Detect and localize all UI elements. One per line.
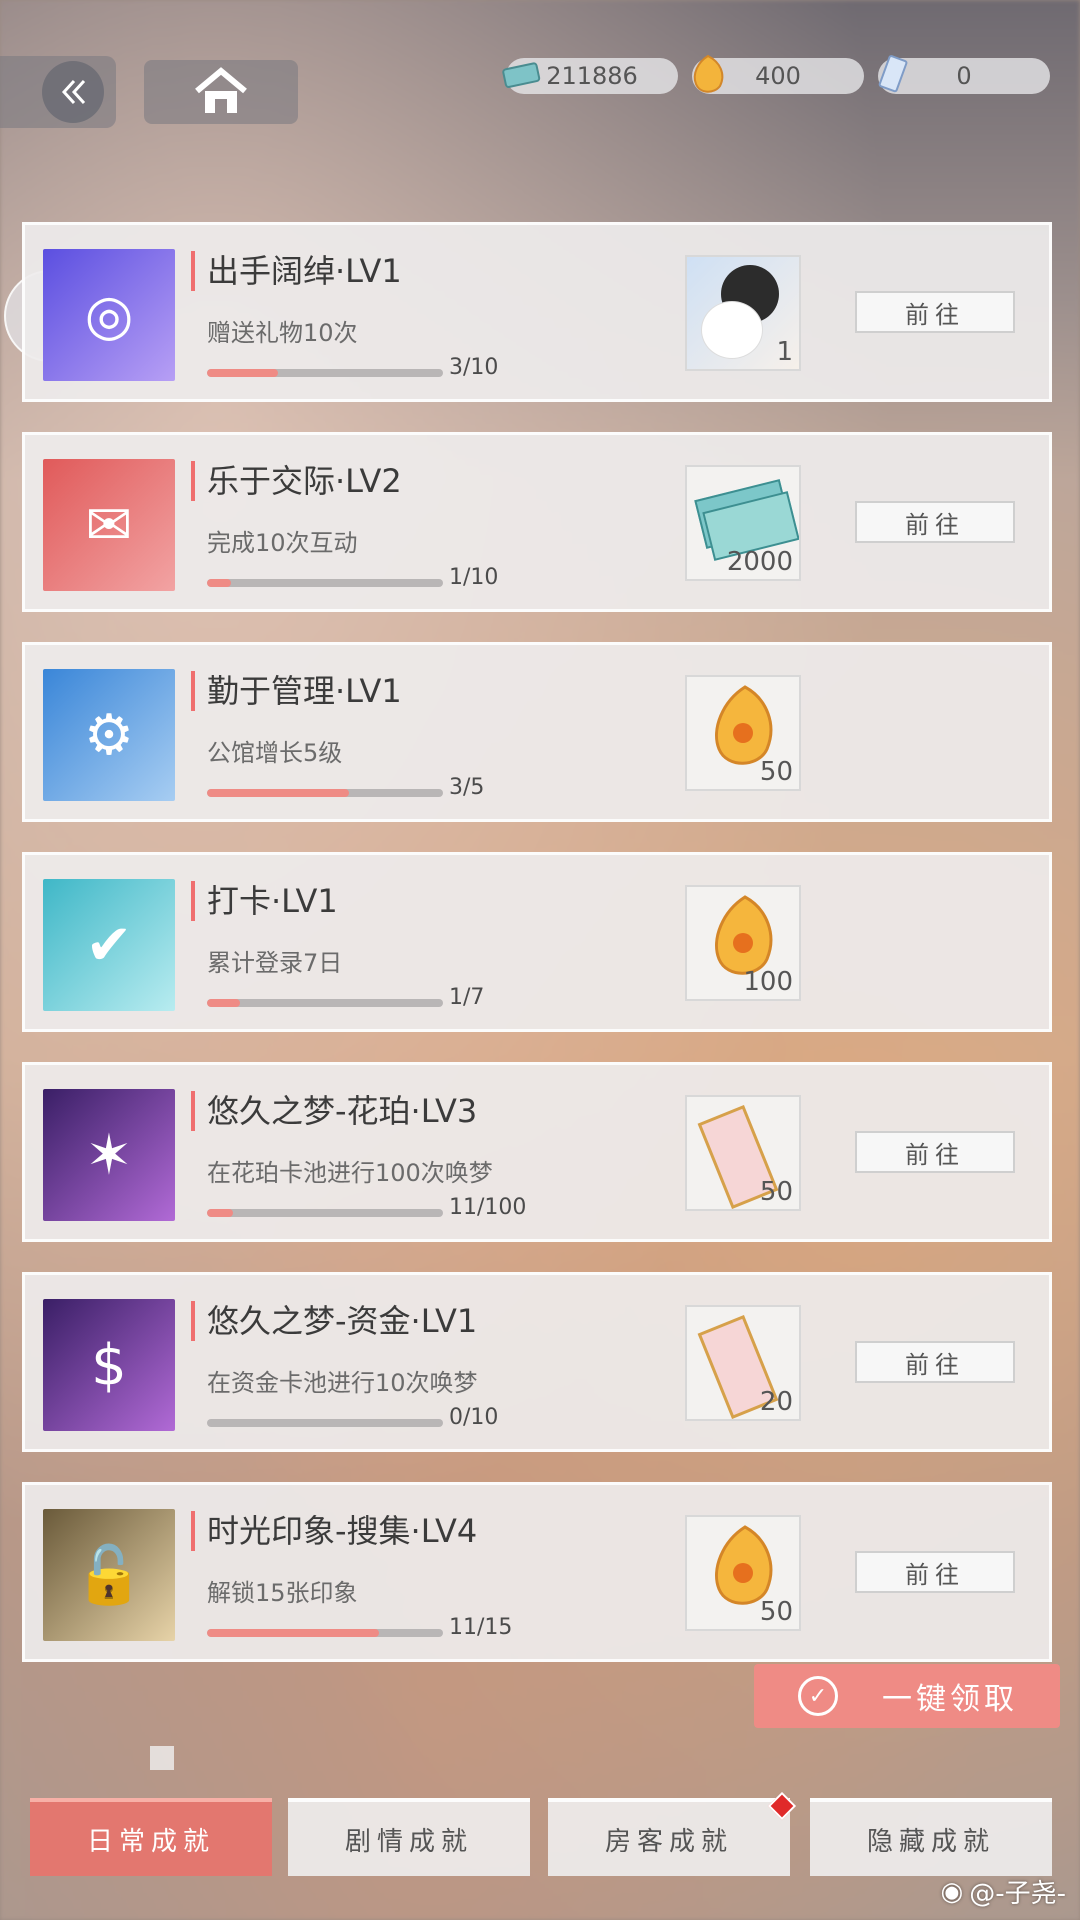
progress-fill (207, 1629, 380, 1637)
progress-count: 11/15 (449, 1615, 513, 1640)
claim-all-button[interactable]: ✓ 一键领取 (754, 1664, 1060, 1728)
achievement-card: ✔ 打卡·LV1 累计登录7日 1/7 100 (22, 852, 1052, 1032)
go-button[interactable]: 前往 (855, 1341, 1015, 1383)
achievement-desc: 赠送礼物10次 (207, 319, 358, 347)
star-crest-icon: ✶ (43, 1089, 175, 1221)
achievement-card: ✉ 乐于交际·LV2 完成10次互动 1/10 2000 前往 (22, 432, 1052, 612)
achievement-card: ⚙ 勤于管理·LV1 公馆增长5级 3/5 50 (22, 642, 1052, 822)
progress-count: 0/10 (449, 1405, 499, 1430)
achievement-title: 悠久之梦-花珀·LV3 (191, 1091, 477, 1131)
progress-bar (207, 789, 443, 797)
tab-tenant[interactable]: 房客成就 (548, 1791, 797, 1876)
currency-ticket: 0 (878, 55, 1050, 94)
reward-item[interactable]: 100 (685, 885, 801, 1001)
progress-fill (207, 369, 278, 377)
progress-fill (207, 1209, 233, 1217)
reward-qty: 1 (776, 337, 793, 367)
progress-bar (207, 1629, 443, 1637)
achievement-title: 打卡·LV1 (191, 881, 338, 921)
reward-qty: 100 (743, 967, 793, 997)
progress-fill (207, 999, 241, 1007)
weibo-logo-icon: ◉ (940, 1876, 964, 1907)
progress-bar (207, 1419, 443, 1427)
achievement-title: 出手阔绰·LV1 (191, 251, 402, 291)
tab-label: 日常成就 (86, 1826, 215, 1857)
calendar-check-icon: ✔ (43, 879, 175, 1011)
top-bar: 211886 400 0 (0, 54, 1080, 136)
reward-item[interactable]: 50 (685, 1515, 801, 1631)
achievement-title: 乐于交际·LV2 (191, 461, 402, 501)
coin-crest-icon: $ (43, 1299, 175, 1431)
coin-gift-icon: ◎ (43, 249, 175, 381)
reward-qty: 50 (759, 1597, 793, 1627)
watermark-text: @-子尧- (969, 1879, 1066, 1909)
currency-ticket-value: 0 (956, 62, 972, 90)
currency-cash: 211886 (502, 58, 678, 94)
tab-label: 隐藏成就 (866, 1826, 995, 1857)
progress-count: 11/100 (449, 1195, 527, 1220)
reward-item[interactable]: 20 (685, 1305, 801, 1421)
page-indicator (150, 1746, 174, 1770)
reward-item[interactable]: 50 (685, 1095, 801, 1211)
chat-bubbles-icon: ✉ (43, 459, 175, 591)
reward-item[interactable]: 50 (685, 675, 801, 791)
achievement-desc: 在花珀卡池进行100次唤梦 (207, 1159, 493, 1187)
ticket-icon (878, 55, 908, 93)
tab-daily[interactable]: 日常成就 (30, 1798, 272, 1876)
tab-hidden[interactable]: 隐藏成就 (810, 1798, 1052, 1876)
achievement-card: ✶ 悠久之梦-花珀·LV3 在花珀卡池进行100次唤梦 11/100 50 前往 (22, 1062, 1052, 1242)
currency-amber-value: 400 (755, 62, 801, 90)
claim-all-label: 一键领取 (882, 1682, 1018, 1717)
achievement-desc: 解锁15张印象 (207, 1579, 358, 1607)
reward-qty: 50 (759, 757, 793, 787)
reward-qty: 50 (759, 1177, 793, 1207)
tab-story[interactable]: 剧情成就 (288, 1798, 530, 1876)
go-button[interactable]: 前往 (855, 291, 1015, 333)
achievement-desc: 累计登录7日 (207, 949, 343, 977)
watermark: ◉ @-子尧- (941, 1873, 1066, 1910)
reward-qty: 2000 (726, 547, 793, 577)
achievement-title: 悠久之梦-资金·LV1 (191, 1301, 477, 1341)
gear-castle-icon: ⚙ (43, 669, 175, 801)
reward-item[interactable]: 1 (685, 255, 801, 371)
go-button[interactable]: 前往 (855, 1131, 1015, 1173)
achievement-title: 勤于管理·LV1 (191, 671, 402, 711)
progress-count: 3/10 (449, 355, 499, 380)
reward-item[interactable]: 2000 (685, 465, 801, 581)
currency-cash-value: 211886 (546, 62, 638, 90)
tab-label: 剧情成就 (344, 1826, 473, 1857)
progress-fill (207, 789, 349, 797)
achievement-card: ◎ 出手阔绰·LV1 赠送礼物10次 3/10 1 前往 (22, 222, 1052, 402)
check-circle-icon: ✓ (798, 1676, 838, 1716)
achievement-desc: 公馆增长5级 (207, 739, 343, 767)
achievement-card: 🔓 时光印象-搜集·LV4 解锁15张印象 11/15 50 前往 (22, 1482, 1052, 1662)
go-button[interactable]: 前往 (855, 501, 1015, 543)
achievement-desc: 完成10次互动 (207, 529, 358, 557)
home-icon (195, 67, 247, 113)
achievement-card: $ 悠久之梦-资金·LV1 在资金卡池进行10次唤梦 0/10 20 前往 (22, 1272, 1052, 1452)
progress-count: 1/10 (449, 565, 499, 590)
home-button[interactable] (144, 60, 298, 124)
progress-bar (207, 999, 443, 1007)
achievement-desc: 在资金卡池进行10次唤梦 (207, 1369, 478, 1397)
achievement-tabs: 日常成就 剧情成就 房客成就 隐藏成就 (0, 1791, 1080, 1878)
currency-amber: 400 (692, 54, 864, 94)
progress-fill (207, 579, 231, 587)
progress-bar (207, 1209, 443, 1217)
progress-count: 3/5 (449, 775, 485, 800)
amber-gem-icon (693, 54, 724, 93)
go-button[interactable]: 前往 (855, 1551, 1015, 1593)
progress-count: 1/7 (449, 985, 485, 1010)
reward-qty: 20 (759, 1387, 793, 1417)
back-button[interactable] (0, 56, 116, 128)
progress-bar (207, 579, 443, 587)
tab-label: 房客成就 (604, 1826, 733, 1857)
unlock-cards-icon: 🔓 (43, 1509, 175, 1641)
cash-stack-icon (502, 62, 541, 88)
achievement-title: 时光印象-搜集·LV4 (191, 1511, 477, 1551)
progress-bar (207, 369, 443, 377)
double-chevron-left-icon (42, 61, 104, 123)
